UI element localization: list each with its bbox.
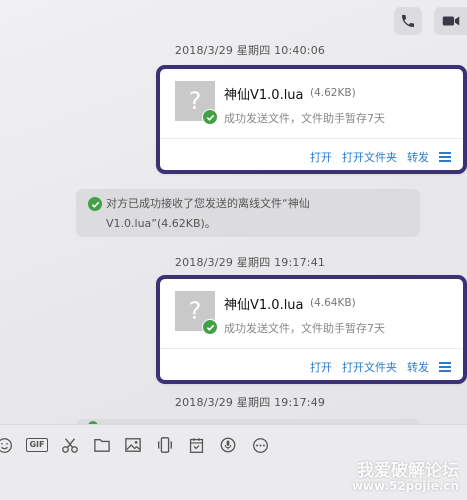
shake-button[interactable] [155,435,175,455]
more-icon [252,437,268,453]
forward-button[interactable]: 转发 [407,359,429,375]
calendar-icon [189,437,203,453]
file-size: (4.64KB) [310,297,356,309]
card-divider [160,138,463,139]
system-message-text: 对方已成功接收了您发送的离线文件“神仙 V1.0.lua”(4.62KB)。 [106,194,410,234]
file-message-card[interactable]: ? 神仙V1.0.lua (4.62KB) 成功发送文件，文件助手暂存7天 打开… [156,65,467,174]
open-folder-button[interactable]: 打开文件夹 [342,359,397,375]
file-message-card[interactable]: ? 神仙V1.0.lua (4.64KB) 成功发送文件，文件助手暂存7天 打开… [156,275,467,384]
system-message-line: 对方已成功接收了您发送的离线文件“神仙 [106,197,310,210]
scissors-icon [62,438,78,453]
send-image-button[interactable] [123,435,143,455]
file-status: 成功发送文件，文件助手暂存7天 [224,322,385,335]
screenshot-button[interactable] [60,435,80,455]
video-camera-icon [442,16,459,26]
system-message-line: V1.0.lua”(4.62KB)。 [106,217,216,230]
message-timestamp: 2018/3/29 星期四 10:40:06 [174,44,326,57]
file-status: 成功发送文件，文件助手暂存7天 [224,112,385,125]
forward-button[interactable]: 转发 [407,149,429,165]
emoji-button[interactable] [0,435,14,455]
open-file-button[interactable]: 打开 [310,359,332,375]
shake-icon [158,437,172,453]
message-timestamp: 2018/3/29 星期四 19:17:41 [174,256,326,269]
open-file-button[interactable]: 打开 [310,149,332,165]
file-size: (4.62KB) [310,87,356,99]
success-check-icon [202,319,218,335]
success-check-icon [87,196,103,212]
file-name: 神仙V1.0.lua [224,88,304,103]
send-file-button[interactable] [92,435,112,455]
message-timestamp: 2018/3/29 星期四 19:17:49 [174,396,326,409]
phone-icon [402,15,414,27]
emoji-icon [0,437,12,453]
gif-icon: GIF [26,438,48,452]
file-actions: 打开 打开文件夹 转发 [310,359,451,375]
system-message: 对方已成功接收了您发送的离线文件“神仙 V1.0.lua”(4.62KB)。 [76,189,420,237]
watermark-title: 我爱破解论坛 [357,461,459,481]
watermark-url: www.52pojie.cn [351,479,459,493]
image-icon [125,438,141,452]
file-actions: 打开 打开文件夹 转发 [310,149,451,165]
menu-icon[interactable] [439,152,451,162]
gif-label: GIF [29,440,45,449]
voice-call-button[interactable] [394,7,422,35]
video-call-button[interactable] [434,7,467,35]
schedule-button[interactable] [186,435,206,455]
success-check-icon [202,109,218,125]
folder-icon [94,439,110,452]
gif-button[interactable]: GIF [26,435,48,455]
voice-icon [220,437,236,453]
open-folder-button[interactable]: 打开文件夹 [342,149,397,165]
file-name: 神仙V1.0.lua [224,298,304,313]
card-divider [160,348,463,349]
voice-message-button[interactable] [218,435,238,455]
more-button[interactable] [250,435,270,455]
menu-icon[interactable] [439,362,451,372]
